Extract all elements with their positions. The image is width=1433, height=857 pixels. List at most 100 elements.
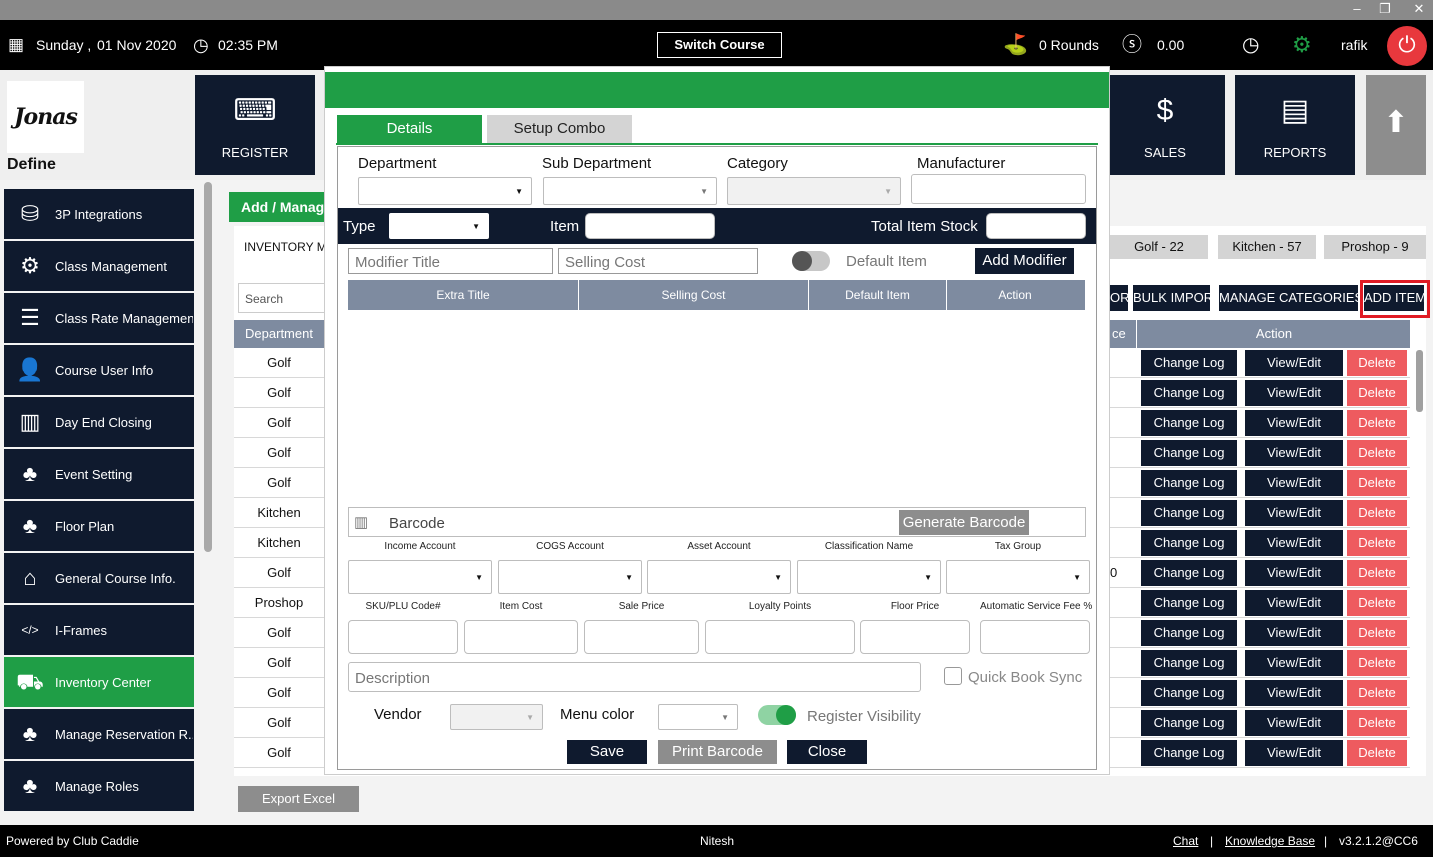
- power-icon[interactable]: ⏻: [1387, 26, 1427, 66]
- sub-department-select[interactable]: ▼: [543, 177, 717, 205]
- sidebar-item[interactable]: ⛁ 3P Integrations: [4, 189, 194, 239]
- close-window-button[interactable]: ✕: [1407, 0, 1431, 20]
- delete-button[interactable]: Delete: [1347, 620, 1407, 646]
- save-button[interactable]: Save: [567, 740, 647, 764]
- type-select[interactable]: ▼: [389, 213, 489, 239]
- view-edit-button[interactable]: View/Edit: [1245, 380, 1343, 406]
- minimize-button[interactable]: –: [1345, 0, 1369, 20]
- register-tile[interactable]: ⌨ REGISTER: [195, 75, 315, 175]
- default-item-toggle[interactable]: [792, 251, 830, 271]
- delete-button[interactable]: Delete: [1347, 560, 1407, 586]
- total-item-stock-input[interactable]: [986, 213, 1086, 239]
- switch-course-button[interactable]: Switch Course: [657, 32, 782, 58]
- pill-kitchen[interactable]: Kitchen - 57: [1218, 235, 1316, 259]
- pill-golf[interactable]: Golf - 22: [1110, 235, 1208, 259]
- view-edit-button[interactable]: View/Edit: [1245, 710, 1343, 736]
- department-select[interactable]: ▼: [358, 177, 532, 205]
- price-field-input[interactable]: [980, 620, 1090, 654]
- change-log-button[interactable]: Change Log: [1141, 470, 1237, 496]
- view-edit-button[interactable]: View/Edit: [1245, 470, 1343, 496]
- generate-barcode-button[interactable]: Generate Barcode: [899, 510, 1029, 535]
- sidebar-scrollbar[interactable]: [204, 182, 212, 552]
- pill-proshop[interactable]: Proshop - 9: [1324, 235, 1426, 259]
- view-edit-button[interactable]: View/Edit: [1245, 500, 1343, 526]
- settings-gear-icon[interactable]: ⚙: [1292, 20, 1312, 70]
- scroll-up-tile[interactable]: ⬆: [1366, 75, 1426, 175]
- price-field-input[interactable]: [348, 620, 458, 654]
- change-log-button[interactable]: Change Log: [1141, 440, 1237, 466]
- close-button[interactable]: Close: [787, 740, 867, 764]
- view-edit-button[interactable]: View/Edit: [1245, 590, 1343, 616]
- view-edit-button[interactable]: View/Edit: [1245, 350, 1343, 376]
- tab-details[interactable]: Details: [337, 115, 482, 143]
- chat-link[interactable]: Chat: [1173, 825, 1198, 857]
- delete-button[interactable]: Delete: [1347, 380, 1407, 406]
- change-log-button[interactable]: Change Log: [1141, 500, 1237, 526]
- sales-tile[interactable]: $ SALES: [1105, 75, 1225, 175]
- modifier-title-input[interactable]: Modifier Title: [348, 248, 553, 274]
- menu-color-select[interactable]: ▼: [658, 704, 738, 730]
- change-log-button[interactable]: Change Log: [1141, 680, 1237, 706]
- sidebar-item[interactable]: ▥ Day End Closing: [4, 397, 194, 447]
- reports-tile[interactable]: ▤ REPORTS: [1235, 75, 1355, 175]
- time-clock-icon[interactable]: ◷: [1242, 20, 1259, 70]
- register-visibility-toggle[interactable]: [758, 705, 796, 725]
- delete-button[interactable]: Delete: [1347, 350, 1407, 376]
- manufacturer-input[interactable]: [911, 174, 1086, 204]
- vendor-select[interactable]: ▼: [450, 704, 543, 730]
- sidebar-item[interactable]: ♣ Floor Plan: [4, 501, 194, 551]
- knowledge-base-link[interactable]: Knowledge Base: [1225, 825, 1315, 857]
- selling-cost-input[interactable]: Selling Cost: [558, 248, 758, 274]
- sidebar-item[interactable]: ⛟ Inventory Center: [4, 657, 194, 707]
- account-select[interactable]: ▼: [946, 560, 1090, 594]
- delete-button[interactable]: Delete: [1347, 440, 1407, 466]
- quick-book-sync-checkbox[interactable]: [944, 667, 962, 685]
- restore-button[interactable]: ❐: [1373, 0, 1397, 20]
- price-field-input[interactable]: [705, 620, 855, 654]
- change-log-button[interactable]: Change Log: [1141, 560, 1237, 586]
- add-manage-tab[interactable]: Add / Manage: [229, 192, 329, 222]
- search-input[interactable]: Search: [238, 283, 328, 313]
- change-log-button[interactable]: Change Log: [1141, 650, 1237, 676]
- change-log-button[interactable]: Change Log: [1141, 740, 1237, 766]
- sidebar-item[interactable]: 👤 Course User Info: [4, 345, 194, 395]
- change-log-button[interactable]: Change Log: [1141, 380, 1237, 406]
- sidebar-item[interactable]: ♣ Manage Reservation R...: [4, 709, 194, 759]
- view-edit-button[interactable]: View/Edit: [1245, 410, 1343, 436]
- delete-button[interactable]: Delete: [1347, 410, 1407, 436]
- price-field-input[interactable]: [584, 620, 699, 654]
- manage-categories-button[interactable]: MANAGE CATEGORIES: [1219, 285, 1363, 311]
- change-log-button[interactable]: Change Log: [1141, 530, 1237, 556]
- view-edit-button[interactable]: View/Edit: [1245, 560, 1343, 586]
- delete-button[interactable]: Delete: [1347, 740, 1407, 766]
- view-edit-button[interactable]: View/Edit: [1245, 650, 1343, 676]
- sidebar-item[interactable]: ♣ Manage Roles: [4, 761, 194, 811]
- view-edit-button[interactable]: View/Edit: [1245, 620, 1343, 646]
- view-edit-button[interactable]: View/Edit: [1245, 530, 1343, 556]
- account-select[interactable]: ▼: [647, 560, 791, 594]
- delete-button[interactable]: Delete: [1347, 590, 1407, 616]
- sidebar-item[interactable]: ☰ Class Rate Management: [4, 293, 194, 343]
- view-edit-button[interactable]: View/Edit: [1245, 680, 1343, 706]
- change-log-button[interactable]: Change Log: [1141, 620, 1237, 646]
- account-select[interactable]: ▼: [348, 560, 492, 594]
- tab-setup-combo[interactable]: Setup Combo: [487, 115, 632, 143]
- delete-button[interactable]: Delete: [1347, 500, 1407, 526]
- add-modifier-button[interactable]: Add Modifier: [975, 248, 1074, 274]
- delete-button[interactable]: Delete: [1347, 710, 1407, 736]
- print-barcode-button[interactable]: Print Barcode: [658, 740, 777, 764]
- sidebar-item[interactable]: ⌂ General Course Info.: [4, 553, 194, 603]
- category-select[interactable]: ▼: [727, 177, 901, 205]
- description-input[interactable]: Description: [348, 662, 921, 692]
- delete-button[interactable]: Delete: [1347, 530, 1407, 556]
- change-log-button[interactable]: Change Log: [1141, 590, 1237, 616]
- account-select[interactable]: ▼: [498, 560, 642, 594]
- sidebar-item[interactable]: ⚙ Class Management: [4, 241, 194, 291]
- table-scrollbar[interactable]: [1416, 350, 1423, 412]
- view-edit-button[interactable]: View/Edit: [1245, 740, 1343, 766]
- price-field-input[interactable]: [464, 620, 578, 654]
- delete-button[interactable]: Delete: [1347, 680, 1407, 706]
- bulk-import-button[interactable]: BULK IMPORT: [1133, 285, 1221, 311]
- export-button[interactable]: ORT: [1110, 285, 1137, 311]
- delete-button[interactable]: Delete: [1347, 470, 1407, 496]
